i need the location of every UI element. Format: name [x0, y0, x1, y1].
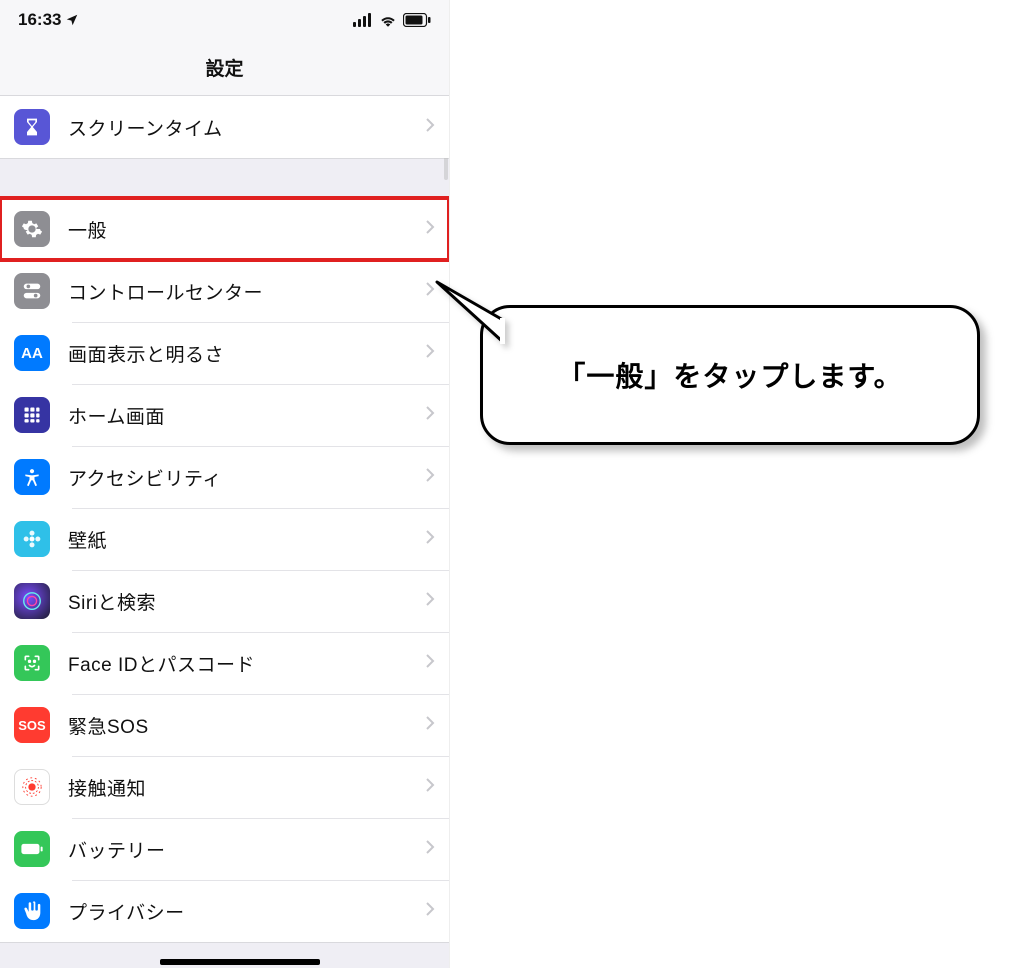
phone-frame: 16:33 [0, 0, 450, 968]
chevron-right-icon [425, 117, 435, 138]
settings-row-controlcenter[interactable]: コントロールセンター [0, 260, 449, 322]
row-label: ホーム画面 [68, 402, 425, 429]
row-label: 壁紙 [68, 526, 425, 553]
row-label: 一般 [68, 216, 425, 243]
settings-row-homescreen[interactable]: ホーム画面 [0, 384, 449, 446]
row-label: プライバシー [68, 898, 425, 925]
instruction-callout: 「一般」をタップします。 [480, 305, 980, 445]
person-icon [14, 459, 50, 495]
page-title: 設定 [205, 54, 243, 81]
row-label: 画面表示と明るさ [68, 340, 425, 367]
chevron-right-icon [425, 529, 435, 550]
chevron-right-icon [425, 901, 435, 922]
chevron-right-icon [425, 405, 435, 426]
row-label: Siriと検索 [68, 588, 425, 615]
flower-icon [14, 521, 50, 557]
hand-icon [14, 893, 50, 929]
grid-icon [14, 397, 50, 433]
chevron-right-icon [425, 343, 435, 364]
settings-row-wallpaper[interactable]: 壁紙 [0, 508, 449, 570]
aa-icon: AA [14, 335, 50, 371]
chevron-right-icon [425, 715, 435, 736]
hourglass-icon [14, 109, 50, 145]
row-label: 緊急SOS [68, 712, 425, 739]
chevron-right-icon [425, 467, 435, 488]
chevron-right-icon [425, 591, 435, 612]
row-label: Face IDとパスコード [68, 650, 425, 677]
settings-row-sos[interactable]: SOS 緊急SOS [0, 694, 449, 756]
status-time: 16:33 [18, 10, 61, 30]
location-icon [65, 13, 79, 27]
chevron-right-icon [425, 839, 435, 860]
settings-row-battery[interactable]: バッテリー [0, 818, 449, 880]
row-label: コントロールセンター [68, 278, 425, 305]
settings-row-accessibility[interactable]: アクセシビリティ [0, 446, 449, 508]
exposure-icon [14, 769, 50, 805]
battery-icon [403, 13, 431, 27]
chevron-right-icon [425, 281, 435, 302]
redaction-bar [160, 959, 320, 965]
gear-icon [14, 211, 50, 247]
settings-row-general[interactable]: 一般 [0, 198, 449, 260]
settings-row-faceid[interactable]: Face IDとパスコード [0, 632, 449, 694]
siri-icon [14, 583, 50, 619]
callout-text: 「一般」をタップします。 [557, 355, 902, 395]
status-bar: 16:33 [0, 0, 449, 40]
chevron-right-icon [425, 777, 435, 798]
row-label: スクリーンタイム [68, 114, 425, 141]
row-label: 接触通知 [68, 774, 425, 801]
wifi-icon [379, 13, 397, 27]
row-label: バッテリー [68, 836, 425, 863]
settings-row-display[interactable]: AA 画面表示と明るさ [0, 322, 449, 384]
settings-group-0: スクリーンタイム [0, 96, 449, 159]
settings-group-1: 一般 コントロールセンター AA 画面表示と明るさ [0, 197, 449, 943]
settings-row-screentime[interactable]: スクリーンタイム [0, 96, 449, 158]
settings-row-privacy[interactable]: プライバシー [0, 880, 449, 942]
face-icon [14, 645, 50, 681]
cellular-icon [353, 13, 373, 27]
sos-icon: SOS [14, 707, 50, 743]
settings-row-siri[interactable]: Siriと検索 [0, 570, 449, 632]
switches-icon [14, 273, 50, 309]
row-label: アクセシビリティ [68, 464, 425, 491]
chevron-right-icon [425, 653, 435, 674]
group-spacer [0, 159, 449, 197]
battery-row-icon [14, 831, 50, 867]
settings-row-exposure[interactable]: 接触通知 [0, 756, 449, 818]
navbar: 設定 [0, 40, 449, 96]
settings-scroll[interactable]: スクリーンタイム 一般 コントロ [0, 96, 449, 968]
chevron-right-icon [425, 219, 435, 240]
